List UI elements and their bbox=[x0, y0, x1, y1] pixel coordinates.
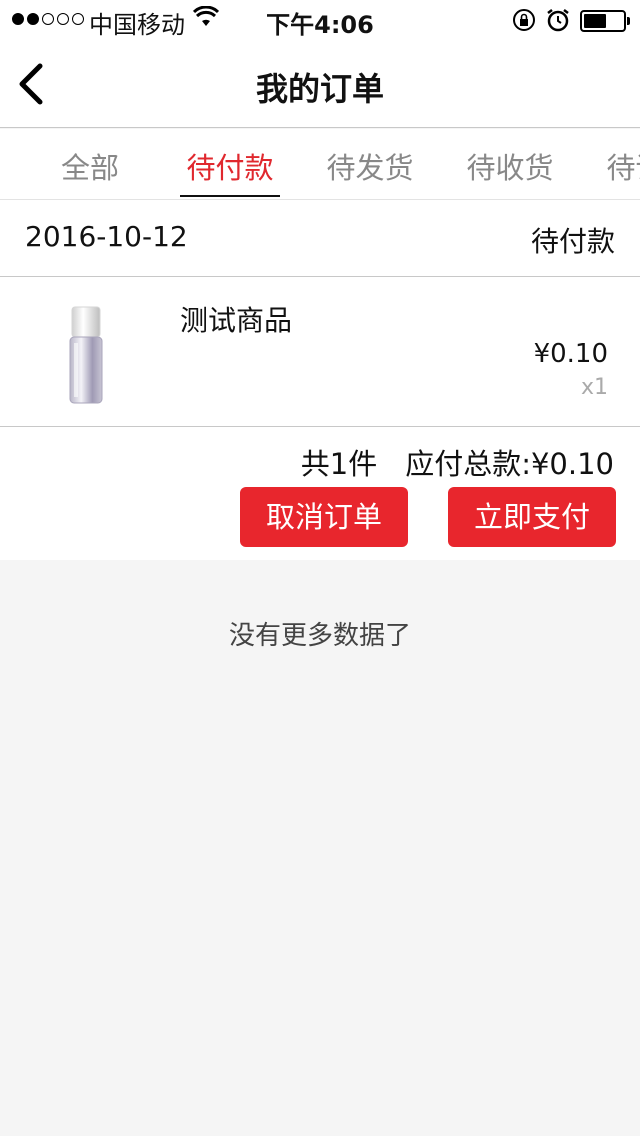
status-time: 下午4:06 bbox=[266, 11, 374, 39]
order-status: 待付款 bbox=[530, 225, 615, 258]
order-item[interactable]: 测试商品 ¥0.10 x1 bbox=[0, 277, 640, 427]
order-card[interactable]: 2016-10-12 待付款 测试商品 ¥0.10 x1 共1件 应付总款:¥0… bbox=[0, 199, 640, 560]
tab-label: 待评价 bbox=[606, 151, 640, 185]
product-name: 测试商品 bbox=[180, 304, 293, 337]
tab-label: 待收货 bbox=[466, 151, 554, 185]
order-total: 应付总款:¥0.10 bbox=[405, 447, 614, 481]
page: 中国移动 下午4:06 我的订单 全部 待付款 待发货 待收货 待 2016-1… bbox=[0, 0, 640, 1136]
item-count: 共1件 bbox=[300, 447, 378, 481]
nav-bar: 我的订单 bbox=[0, 40, 640, 128]
tab-pending-shipment[interactable]: 待发货 bbox=[300, 129, 440, 199]
active-tab-underline bbox=[180, 195, 280, 197]
order-summary: 共1件 应付总款:¥0.10 bbox=[301, 441, 614, 483]
product-image bbox=[69, 306, 103, 404]
no-more-data-text: 没有更多数据了 bbox=[228, 621, 411, 651]
pay-now-button[interactable]: 立即支付 bbox=[448, 487, 616, 547]
status-bar: 中国移动 下午4:06 bbox=[0, 0, 640, 40]
order-header: 2016-10-12 待付款 bbox=[0, 199, 640, 277]
order-date: 2016-10-12 bbox=[25, 220, 188, 253]
product-quantity: x1 bbox=[580, 375, 608, 400]
tab-label: 全部 bbox=[60, 151, 119, 185]
product-price: ¥0.10 bbox=[533, 339, 608, 369]
battery-icon bbox=[580, 10, 630, 32]
page-title: 我的订单 bbox=[255, 70, 384, 108]
tab-pending-receipt[interactable]: 待收货 bbox=[440, 129, 580, 199]
tab-all[interactable]: 全部 bbox=[20, 129, 160, 199]
tab-label: 待付款 bbox=[186, 151, 274, 185]
order-tabs: 全部 待付款 待发货 待收货 待评价 bbox=[0, 129, 640, 199]
order-footer: 共1件 应付总款:¥0.10 取消订单 立即支付 bbox=[0, 427, 640, 560]
tab-pending-review[interactable]: 待评价 bbox=[580, 129, 640, 199]
alarm-icon bbox=[547, 9, 569, 32]
tab-pending-payment[interactable]: 待付款 bbox=[160, 129, 300, 199]
tab-label: 待发货 bbox=[326, 151, 414, 185]
cancel-order-button[interactable]: 取消订单 bbox=[240, 487, 408, 547]
rotation-lock-icon bbox=[513, 9, 535, 31]
